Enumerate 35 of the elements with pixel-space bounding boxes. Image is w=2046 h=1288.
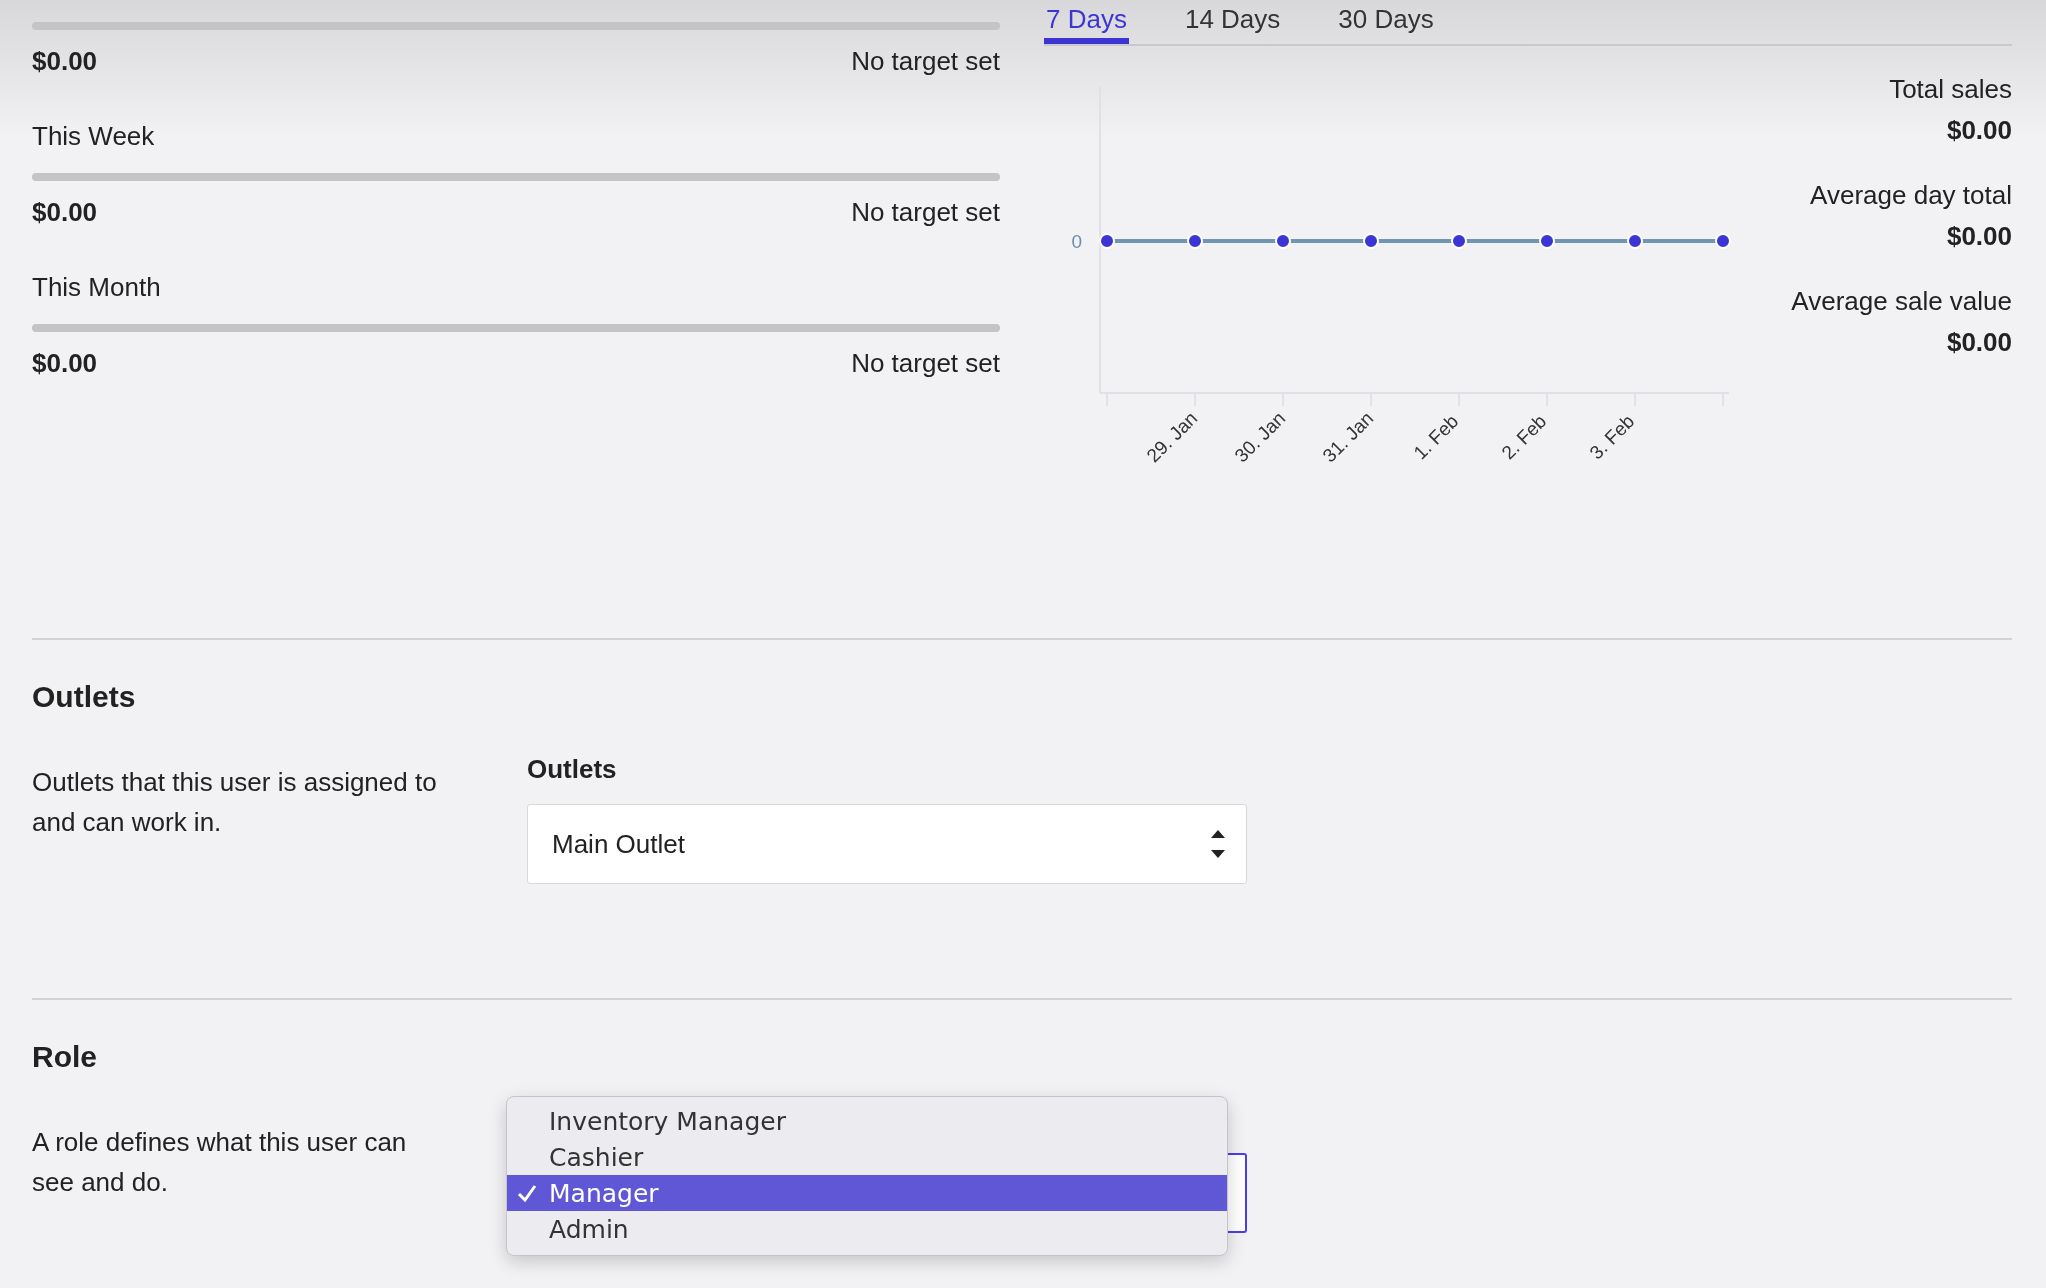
axis-tick-label: 2. Feb xyxy=(1497,410,1551,464)
menu-option[interactable]: Inventory Manager xyxy=(507,1103,1227,1139)
stat-value: $0.00 xyxy=(1945,327,2012,358)
target-label: This Week xyxy=(32,121,156,151)
target-text: No target set xyxy=(851,197,1000,228)
menu-option[interactable]: Manager xyxy=(507,1175,1227,1211)
range-tab[interactable]: 7 Days xyxy=(1044,0,1129,44)
target-label: This Month xyxy=(32,272,162,302)
section-title: Outlets xyxy=(32,679,137,715)
stat-value: $0.00 xyxy=(1945,221,2012,252)
stat-label: Average day total xyxy=(1809,180,2012,211)
checkmark-icon xyxy=(517,1183,537,1203)
axis-tick-label: 0 xyxy=(1071,231,1082,252)
axis-tick-label: 29. Jan xyxy=(1142,407,1202,467)
amount: $0.00 xyxy=(32,46,98,77)
target-text: No target set xyxy=(851,348,1000,379)
amount: $0.00 xyxy=(32,348,98,379)
range-tab[interactable]: 30 Days xyxy=(1336,0,1436,44)
range-tab[interactable]: 14 Days xyxy=(1182,0,1283,44)
select-field[interactable]: Main Outlet xyxy=(527,804,1247,884)
menu-option[interactable]: Cashier xyxy=(507,1139,1227,1175)
stat-label: Average sale value xyxy=(1791,286,2012,317)
target-text: No target set xyxy=(851,46,1000,77)
axis-tick-label: 1. Feb xyxy=(1409,410,1463,464)
stat-label: Total sales xyxy=(1888,74,2012,105)
axis-tick-label: 31. Jan xyxy=(1318,407,1378,467)
axis-tick-label: 30. Jan xyxy=(1230,407,1290,467)
axis-tick-label: 3. Feb xyxy=(1585,410,1639,464)
section-title: Role xyxy=(32,1039,98,1075)
menu-option[interactable]: Admin xyxy=(507,1211,1227,1247)
section-description: A role defines what this user can see and do. xyxy=(32,1126,408,1199)
field-label: Outlets xyxy=(527,754,618,784)
amount: $0.00 xyxy=(32,197,98,228)
section-description: Outlets that this user is assigned to and can work in. xyxy=(32,766,438,839)
stat-value: $0.00 xyxy=(1945,115,2012,146)
